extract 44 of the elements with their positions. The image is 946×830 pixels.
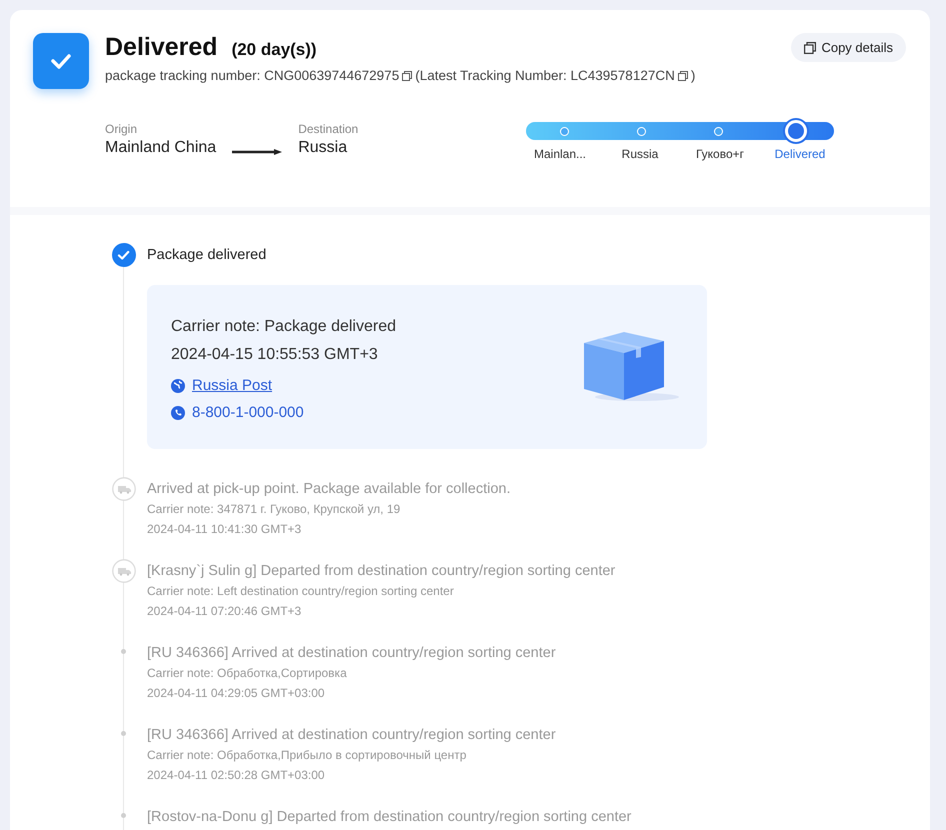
timeline-dot <box>120 813 126 818</box>
check-icon <box>112 243 136 267</box>
destination-label: Destination <box>298 122 358 136</box>
phone-link[interactable]: 8-800-1-000-000 <box>192 404 304 421</box>
event-time: 2024-04-11 04:29:05 GMT+03:00 <box>147 685 326 702</box>
stop-label: Delivered <box>774 147 826 161</box>
event-title: [Rostov-na-Donu g] Departed from destination country/region sorting center <box>147 808 632 827</box>
origin-value: Mainland China <box>105 139 216 157</box>
copy-icon[interactable] <box>678 70 688 80</box>
event-time: 2024-04-11 10:41:30 GMT+3 <box>147 521 302 538</box>
closing-parenthesis: ) <box>690 68 696 83</box>
copy-icon[interactable] <box>402 70 412 80</box>
origin-label: Origin <box>105 122 138 136</box>
event-time: 2024-04-11 02:50:28 GMT+03:00 <box>147 767 326 784</box>
event-title: [RU 346366] Arrived at destination country/region sorting center <box>147 726 557 745</box>
copy-icon <box>804 42 816 54</box>
event-time: 2024-04-15 10:55:53 GMT+3 <box>171 345 379 365</box>
carrier-link[interactable]: Russia Post <box>192 377 272 394</box>
event-title: Package delivered <box>147 246 268 265</box>
latest-tracking-number: (Latest Tracking Number: LC439578127CN <box>415 68 675 83</box>
carrier-note: Carrier note: Left destination country/region sorting center <box>147 583 455 600</box>
copy-details-button[interactable]: Copy details <box>791 33 906 62</box>
truck-icon <box>112 559 136 583</box>
carrier-note: Carrier note: Обработка,Сортировка <box>147 665 348 682</box>
carrier-note: Carrier note: Package delivered <box>171 317 396 337</box>
timeline-dot <box>120 649 126 654</box>
stop-label: Mainlan... <box>532 147 588 161</box>
tracking-number: package tracking number: CNG00639744672975 <box>105 68 400 83</box>
stop-label: Russia <box>620 147 660 161</box>
timeline-dot <box>120 731 126 736</box>
phone-icon <box>171 406 185 420</box>
arrow-icon <box>232 148 282 156</box>
event-time: 2024-04-11 07:20:46 GMT+3 <box>147 603 302 620</box>
event-title: [RU 346366] Arrived at destination country/region sorting center <box>147 644 557 663</box>
check-icon <box>33 33 89 89</box>
stop-label: Гуково+г <box>694 147 746 161</box>
status-title: Delivered <box>105 33 218 62</box>
destination-value: Russia <box>298 139 348 157</box>
carrier-note: Carrier note: 347871 г. Гуково, Крупской ул, 19 <box>147 501 402 518</box>
duration-label: (20 day(s)) <box>232 40 317 60</box>
event-title: Arrived at pick-up point. Package available for collection. <box>147 480 512 499</box>
truck-icon <box>112 477 136 501</box>
carrier-note: Carrier note: Обработка,Прибыло в сортировочный центр <box>147 747 468 764</box>
event-title: [Krasny`j Sulin g] Departed from destination country/region sorting center <box>147 562 616 581</box>
